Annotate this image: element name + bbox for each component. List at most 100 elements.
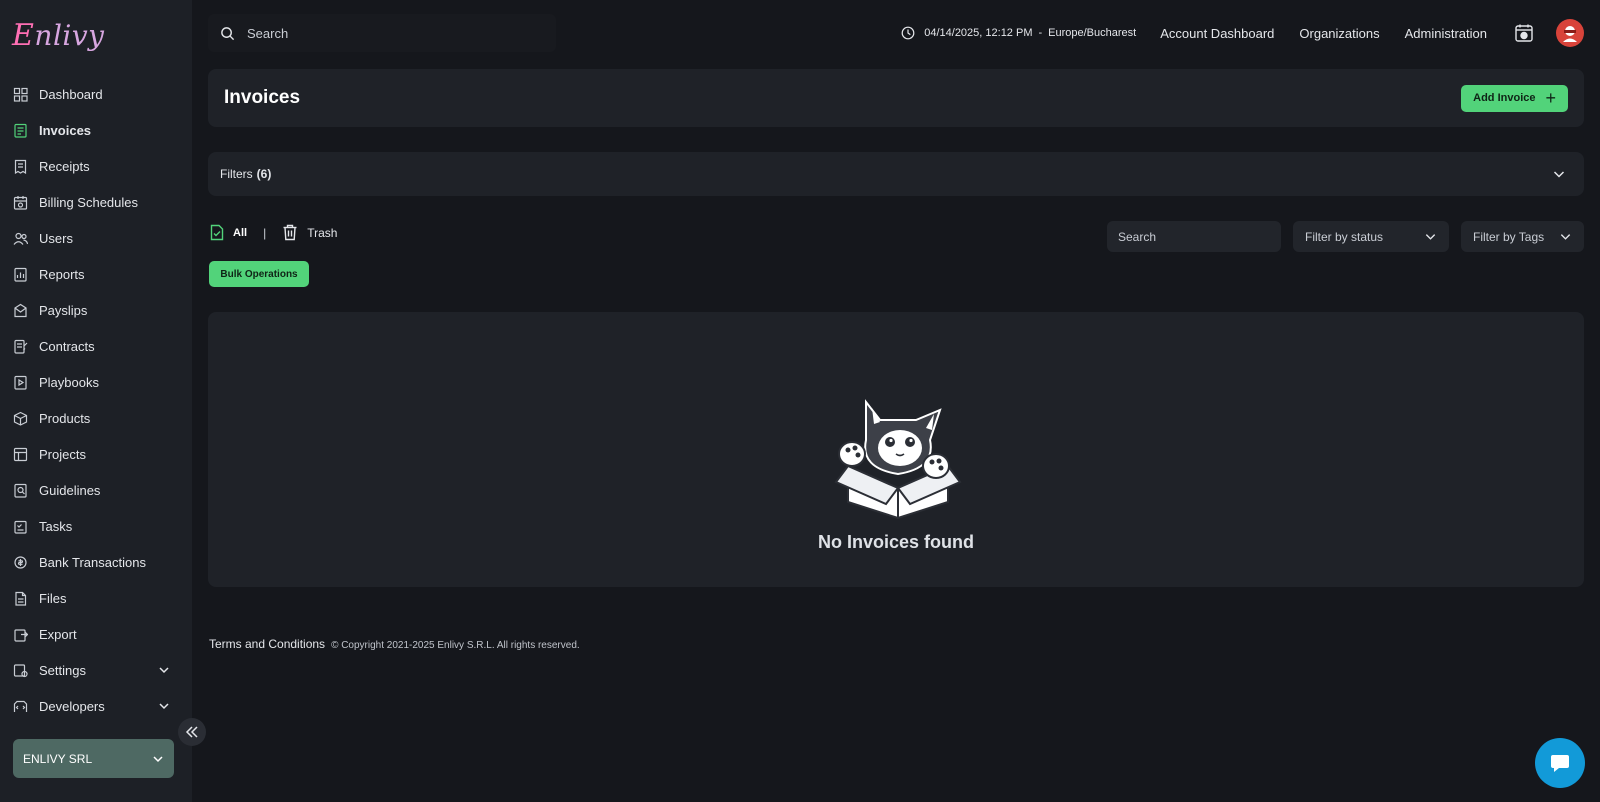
sidebar-item-receipts[interactable]: Receipts: [0, 148, 192, 184]
filters-count: (6): [256, 167, 272, 181]
tab-all-label: All: [233, 226, 248, 239]
sidebar-item-developers[interactable]: Developers: [0, 688, 192, 724]
sidebar-item-label: Billing Schedules: [39, 194, 139, 210]
sidebar-item-label: Guidelines: [39, 482, 101, 498]
invoice-icon: [12, 122, 28, 138]
chevron-down-icon[interactable]: [158, 664, 170, 676]
sidebar-item-invoices[interactable]: Invoices: [0, 112, 192, 148]
logo-rest: nlivy: [34, 19, 105, 52]
sidebar-item-label: Dashboard: [39, 86, 103, 102]
organization-select[interactable]: ENLIVY SRL: [13, 739, 174, 778]
footer: Terms and Conditions © Copyright 2021-20…: [209, 637, 580, 651]
chevron-down-icon: [153, 755, 163, 762]
sidebar-item-tasks[interactable]: Tasks: [0, 508, 192, 544]
invoice-search-input[interactable]: [1118, 229, 1268, 244]
copyright-text: © Copyright 2021-2025 Enlivy S.R.L. All …: [331, 640, 580, 651]
app-logo[interactable]: Enlivy: [12, 18, 105, 54]
clock-icon: [901, 26, 915, 40]
sidebar-item-label: Developers: [39, 698, 105, 714]
chat-button[interactable]: [1535, 738, 1585, 788]
double-chevron-left-icon: [185, 726, 198, 738]
contract-icon: [12, 338, 28, 354]
invoice-tabs: All | Trash: [210, 224, 337, 241]
calendar-icon[interactable]: [1512, 21, 1536, 45]
filter-by-status-select[interactable]: Filter by status: [1293, 221, 1449, 252]
add-invoice-button[interactable]: Add Invoice +: [1461, 84, 1568, 112]
chevron-down-icon: [1553, 171, 1565, 178]
sidebar-item-label: Users: [39, 230, 73, 246]
topbar-right: 04/14/2025, 12:12 PM - Europe/Bucharest …: [901, 14, 1584, 52]
tab-trash-label: Trash: [307, 225, 338, 240]
tab-all[interactable]: All: [210, 224, 247, 241]
users-icon: [12, 230, 28, 246]
bank-transaction-icon: [12, 554, 28, 570]
filter-status-label: Filter by status: [1305, 229, 1384, 244]
sidebar-item-bank-transactions[interactable]: Bank Transactions: [0, 544, 192, 580]
sidebar-item-dashboard[interactable]: Dashboard: [0, 76, 192, 112]
sidebar-item-projects[interactable]: Projects: [0, 436, 192, 472]
sidebar-item-reports[interactable]: Reports: [0, 256, 192, 292]
cat-in-box-illustration: [834, 399, 962, 520]
export-icon: [12, 626, 28, 642]
invoice-search[interactable]: [1107, 221, 1281, 252]
organization-name: ENLIVY SRL: [23, 751, 93, 766]
search-icon: [221, 26, 235, 40]
file-icon: [12, 590, 28, 606]
sidebar-item-label: Products: [39, 410, 91, 426]
sidebar-item-label: Bank Transactions: [39, 554, 146, 570]
sidebar-item-label: Invoices: [39, 122, 92, 138]
sidebar-item-products[interactable]: Products: [0, 400, 192, 436]
add-invoice-label: Add Invoice: [1473, 92, 1536, 104]
chat-bubble-icon: [1551, 755, 1569, 772]
collapse-sidebar-button[interactable]: [178, 718, 206, 746]
sidebar-item-label: Contracts: [39, 338, 95, 354]
datetime-display: 04/14/2025, 12:12 PM - Europe/Bucharest: [901, 26, 1136, 40]
sidebar-nav: Dashboard Invoices Receipts Billing Schedul…: [0, 76, 192, 724]
sidebar-item-guidelines[interactable]: Guidelines: [0, 472, 192, 508]
sidebar-item-label: Reports: [39, 266, 85, 282]
timezone-text: Europe/Bucharest: [1048, 27, 1137, 39]
sidebar-item-export[interactable]: Export: [0, 616, 192, 652]
chevron-down-icon: [1425, 234, 1436, 240]
bulk-operations-button[interactable]: Bulk Operations: [209, 261, 309, 287]
chevron-down-icon[interactable]: [158, 700, 170, 712]
sidebar-item-playbooks[interactable]: Playbooks: [0, 364, 192, 400]
billing-schedule-icon: [12, 194, 28, 210]
empty-state-message: No Invoices found: [817, 532, 974, 552]
sidebar-item-label: Projects: [39, 446, 86, 462]
sidebar-item-files[interactable]: Files: [0, 580, 192, 616]
sidebar-item-payslips[interactable]: Payslips: [0, 292, 192, 328]
reports-icon: [12, 266, 28, 282]
avatar-icon: [1563, 26, 1577, 42]
sidebar-item-billing-schedules[interactable]: Billing Schedules: [0, 184, 192, 220]
trash-icon: [283, 224, 297, 241]
sidebar-item-users[interactable]: Users: [0, 220, 192, 256]
invoices-list-empty: No Invoices found: [208, 312, 1584, 587]
plus-icon: +: [1545, 88, 1556, 108]
organizations-link[interactable]: Organizations: [1299, 26, 1379, 41]
datetime-separator: -: [1038, 27, 1043, 39]
sidebar-item-contracts[interactable]: Contracts: [0, 328, 192, 364]
playbook-icon: [12, 374, 28, 390]
account-dashboard-link[interactable]: Account Dashboard: [1160, 26, 1274, 41]
tasks-icon: [12, 518, 28, 534]
filters-label: Filters: [220, 167, 253, 181]
payslip-icon: [12, 302, 28, 318]
terms-link[interactable]: Terms and Conditions: [209, 637, 325, 651]
sidebar-item-label: Tasks: [39, 518, 73, 534]
document-check-icon: [210, 224, 224, 241]
administration-link[interactable]: Administration: [1405, 26, 1487, 41]
tab-separator: |: [263, 225, 267, 240]
filter-by-tags-select[interactable]: Filter by Tags: [1461, 221, 1584, 252]
developers-icon: [12, 698, 28, 714]
filters-panel-toggle[interactable]: Filters (6): [208, 152, 1584, 196]
global-search[interactable]: [208, 14, 556, 52]
sidebar-item-settings[interactable]: Settings: [0, 652, 192, 688]
receipt-icon: [12, 158, 28, 174]
datetime-text: 04/14/2025, 12:12 PM: [924, 27, 1033, 39]
page-header: Invoices Add Invoice +: [208, 69, 1584, 127]
tab-trash[interactable]: Trash: [282, 224, 337, 241]
user-avatar[interactable]: [1556, 19, 1584, 47]
global-search-input[interactable]: [247, 25, 527, 41]
settings-icon: [12, 662, 28, 678]
